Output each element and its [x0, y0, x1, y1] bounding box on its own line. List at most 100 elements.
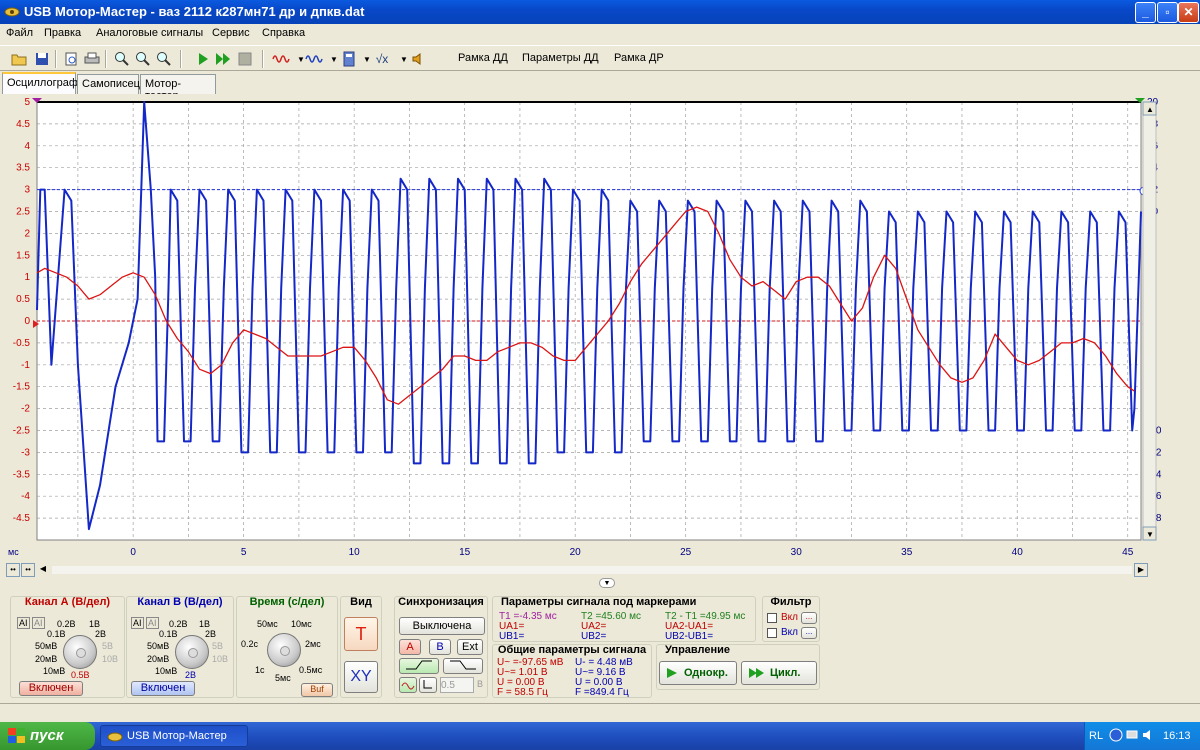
sync-level-input[interactable] — [440, 677, 474, 693]
play-icon[interactable] — [194, 50, 212, 68]
scale-label: 2В — [205, 629, 217, 639]
tab-recorder[interactable]: Самописец — [77, 74, 140, 94]
scale-label: 0.5мс — [299, 665, 323, 675]
channel-b-scale-knob[interactable] — [175, 635, 209, 669]
tab-motor-tester[interactable]: Мотор-тестер — [140, 74, 216, 102]
time-title: Время (с/дел) — [249, 596, 325, 608]
sync-mode-button[interactable]: Выключена — [399, 617, 485, 635]
print-preview-icon[interactable] — [62, 50, 80, 68]
play-loop-icon[interactable] — [214, 50, 232, 68]
calculator-icon[interactable] — [340, 50, 358, 68]
panel-splitter[interactable]: ▼ — [0, 578, 1200, 590]
print-icon[interactable] — [83, 50, 101, 68]
collapse-icon[interactable]: ▼ — [599, 578, 615, 588]
sync-source-ext-button[interactable]: Ext — [457, 639, 483, 655]
menu-service[interactable]: Сервис — [212, 27, 250, 39]
filter-a-checkbox[interactable] — [767, 613, 777, 623]
sync-source-a-button[interactable]: A — [399, 639, 421, 655]
title-bar: USB Мотор-Мастер - ваз 2112 к287мн71 др … — [0, 0, 1200, 24]
time-scale-knob[interactable] — [267, 633, 301, 667]
tab-strip: Осциллограф Самописец Мотор-тестер — [0, 72, 1200, 102]
scale-label: 0.2В — [57, 619, 76, 629]
menu-file[interactable]: Файл — [6, 27, 33, 39]
cycle-run-button[interactable]: Цикл. — [741, 661, 817, 685]
minimize-button[interactable]: _ — [1135, 2, 1156, 23]
params-dd-button[interactable]: Параметры ДД — [522, 52, 599, 64]
channel-a-scale-knob[interactable] — [63, 635, 97, 669]
scale-label: 5В — [102, 641, 114, 651]
sync-auto-button[interactable] — [399, 677, 417, 693]
y-left-tick-label: 1 — [24, 272, 30, 283]
tab-oscilloscope[interactable]: Осциллограф — [2, 72, 78, 94]
trigger-single-icon — [423, 680, 432, 689]
open-folder-icon[interactable] — [10, 50, 28, 68]
filter-b-checkbox[interactable] — [767, 628, 777, 638]
zoom-out-icon[interactable] — [134, 50, 152, 68]
x-tick-label: 40 — [1012, 547, 1024, 558]
single-run-button[interactable]: Однокр. — [659, 661, 737, 685]
scale-label: 50мс — [257, 619, 278, 629]
buffer-button[interactable]: Buf — [301, 683, 333, 697]
signal-blue-icon[interactable] — [305, 50, 323, 68]
horizontal-scrollbar[interactable]: •• •• ◀ ▶ — [0, 563, 1150, 577]
filter-a-settings-button[interactable]: ... — [801, 612, 817, 624]
x-tick-label: 45 — [1122, 547, 1134, 558]
frame-dr-button[interactable]: Рамка ДР — [614, 52, 664, 64]
zoom-fit-icon[interactable] — [155, 50, 173, 68]
oscilloscope-plot[interactable]: 5 4.5 4 3.5 3 2.5 2 1.5 1 0.5 0 -0.5 -1 -1.5 -2 -2.5 -3 -… — [0, 94, 1200, 564]
sqrt-icon[interactable]: √x — [373, 50, 391, 68]
channel-a-mode-dc[interactable]: AI — [32, 617, 45, 629]
maximize-button[interactable]: ▫ — [1157, 2, 1178, 23]
scale-label: 50мВ — [35, 641, 58, 651]
scroll-left-icon[interactable]: ◀ — [36, 563, 50, 577]
y-left-tick-label: 4 — [24, 141, 30, 152]
menu-edit[interactable]: Правка — [44, 27, 81, 39]
signal-red-icon[interactable] — [272, 50, 290, 68]
view-t-button[interactable]: T — [344, 617, 378, 651]
menu-help[interactable]: Справка — [262, 27, 305, 39]
scale-label: 0.5В — [71, 670, 90, 680]
channel-a-enable-button[interactable]: Включен — [19, 681, 83, 696]
speaker-icon[interactable] — [409, 50, 427, 68]
scroll-up-icon[interactable]: ▲ — [1146, 105, 1154, 114]
start-button[interactable]: пуск — [0, 722, 95, 750]
vertical-scrollbar[interactable] — [1142, 101, 1157, 541]
channel-a-mode-ac[interactable]: AI — [17, 617, 30, 629]
tray-help-icon[interactable] — [1109, 728, 1123, 742]
taskbar-app-button[interactable]: USB Мотор-Мастер — [100, 725, 248, 747]
y-left-tick-label: 0.5 — [16, 294, 30, 305]
frame-dd-button[interactable]: Рамка ДД — [458, 52, 508, 64]
play-icon — [667, 668, 677, 678]
x-tick-label: 15 — [459, 547, 471, 558]
channel-b-mode-ac[interactable]: AI — [131, 617, 144, 629]
save-icon[interactable] — [33, 50, 51, 68]
scroll-down-icon[interactable]: ▼ — [1146, 530, 1154, 539]
zoom-in-x-button[interactable]: •• — [21, 563, 35, 577]
view-xy-button[interactable]: XY — [344, 661, 378, 693]
channel-b-mode-dc[interactable]: AI — [146, 617, 159, 629]
tray-volume-icon[interactable] — [1141, 728, 1155, 742]
close-button[interactable]: ✕ — [1178, 2, 1199, 23]
zoom-in-icon[interactable] — [113, 50, 131, 68]
plot-canvas[interactable]: 5 4.5 4 3.5 3 2.5 2 1.5 1 0.5 0 -0.5 -1 -1.5 -2 -2.5 -3 -… — [0, 94, 1200, 564]
scroll-right-icon[interactable]: ▶ — [1134, 563, 1148, 577]
zoom-out-x-button[interactable]: •• — [6, 563, 20, 577]
y-left-tick-label: 2.5 — [16, 207, 30, 218]
language-indicator[interactable]: RL — [1089, 730, 1103, 742]
tray-network-icon[interactable] — [1125, 728, 1139, 742]
channel-b-enable-button[interactable]: Включен — [131, 681, 195, 696]
menu-analog-signals[interactable]: Аналоговые сигналы — [96, 27, 203, 39]
app-icon — [107, 732, 123, 742]
sync-source-b-button[interactable]: B — [429, 639, 451, 655]
sync-falling-edge-button[interactable] — [443, 658, 483, 674]
sync-rising-edge-button[interactable] — [399, 658, 439, 674]
sync-group: Синхронизация Выключена A B Ext В — [394, 596, 488, 698]
scale-label: 2В — [185, 670, 197, 680]
y-left-tick-label: -4 — [21, 491, 30, 502]
general-params-title: Общие параметры сигнала — [497, 644, 647, 656]
filter-b-settings-button[interactable]: ... — [801, 627, 817, 639]
sync-single-button[interactable] — [419, 677, 437, 693]
stop-icon[interactable] — [236, 50, 254, 68]
control-panel: Канал А (В/дел) AI AI 0.2В 1В 0.1В 2В 50… — [0, 592, 1200, 702]
scale-label: 10В — [212, 654, 229, 664]
